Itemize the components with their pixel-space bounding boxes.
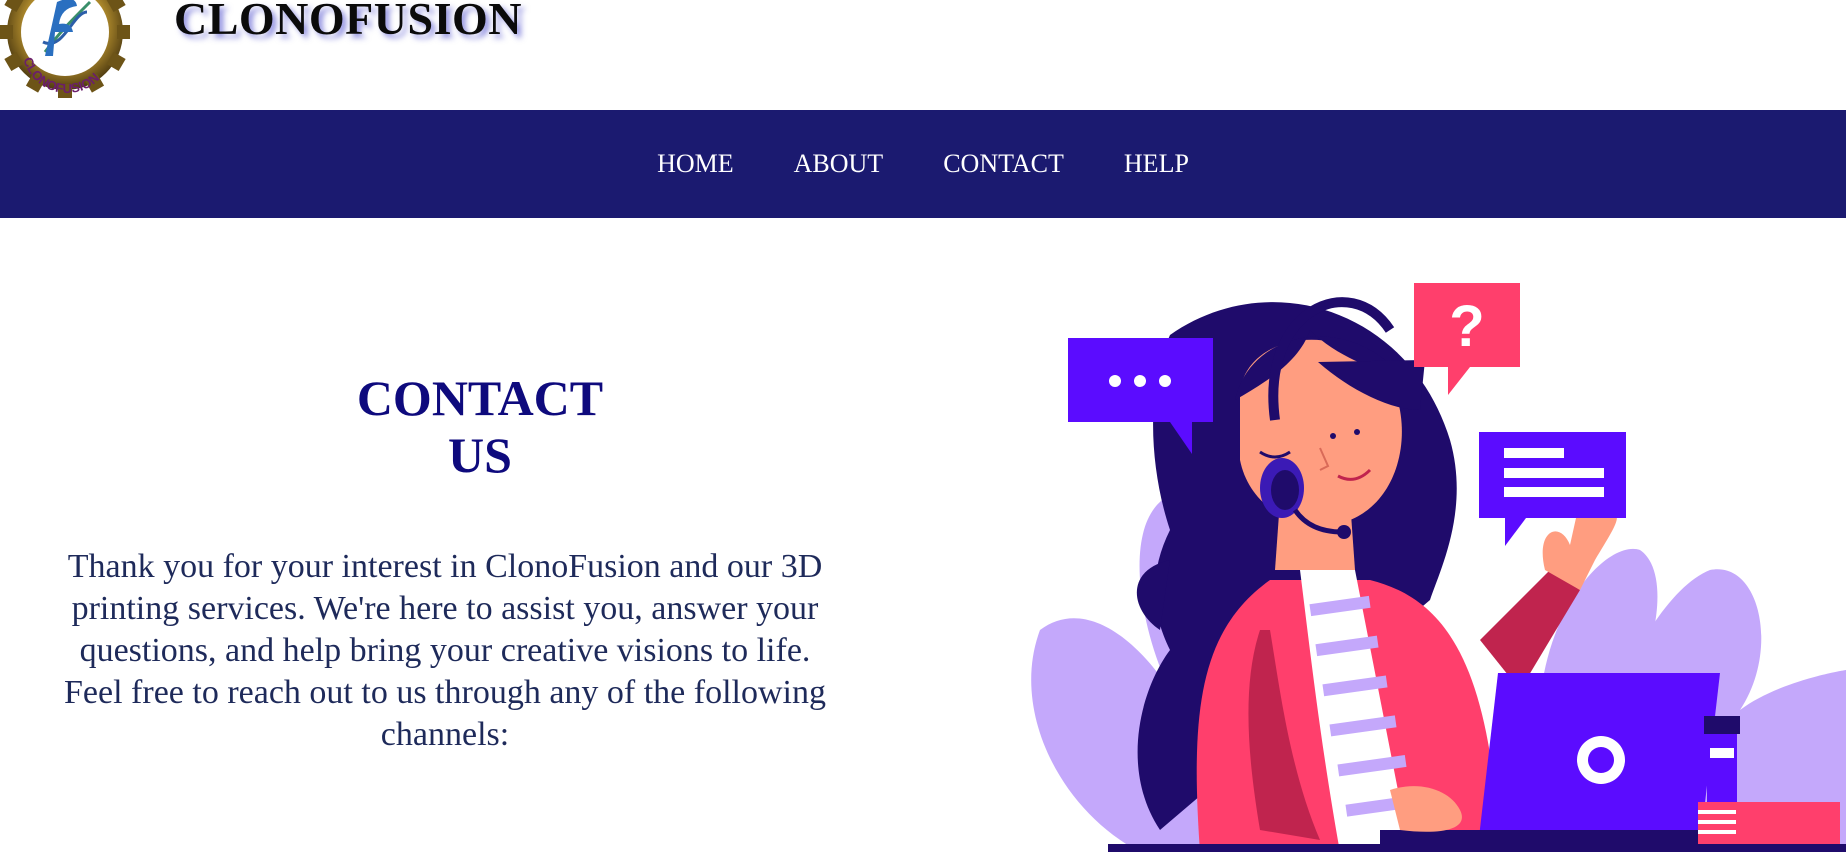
customer-support-illustration: ? [1031,283,1846,852]
page-title: CONTACT US [330,370,630,484]
page-title-line1: CONTACT [356,370,604,426]
intro-paragraph: Thank you for your interest in ClonoFusi… [64,548,826,753]
page-title-line2: US [448,427,512,483]
nav-item-about: ABOUT [794,149,884,179]
chat-dots-icon [1068,338,1213,454]
nav-item-home: HOME [657,149,734,179]
svg-text:?: ? [1449,294,1484,359]
main-navigation: HOME ABOUT CONTACT HELP [0,110,1846,218]
nav-link-contact[interactable]: CONTACT [943,149,1064,178]
nav-list: HOME ABOUT CONTACT HELP [0,110,1846,218]
nav-link-help[interactable]: HELP [1124,149,1189,178]
question-bubble-icon: ? [1414,283,1520,395]
nav-item-help: HELP [1124,149,1189,179]
nav-link-about[interactable]: ABOUT [794,149,884,178]
gear-dna-logo-icon[interactable]: CLONOFUSION [0,0,130,100]
nav-link-home[interactable]: HOME [657,149,734,178]
brand-name: CLONOFUSION [174,0,522,44]
desk [1108,844,1846,852]
site-header: CLONOFUSION CLONOFUSION [0,0,1846,110]
nav-item-contact: CONTACT [943,149,1064,179]
